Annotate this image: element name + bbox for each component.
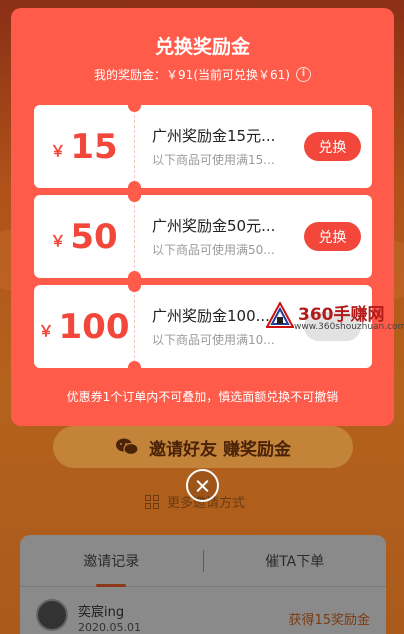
wechat-icon	[116, 438, 139, 456]
coupon-divider	[134, 105, 135, 188]
coupon-value: 50	[70, 216, 118, 257]
info-icon[interactable]: i	[295, 67, 311, 82]
coupon-amount: ￥ 50	[34, 195, 134, 278]
coupon-notch	[128, 181, 141, 188]
watermark: 360手赚网 www.360shouzhuan.com	[266, 300, 404, 340]
coupon-amount: ￥ 15	[34, 105, 134, 188]
coupon-title: 广州奖励金50元...	[152, 217, 276, 235]
coupon-notch	[128, 271, 141, 278]
coupon-card: ￥ 15 广州奖励金15元... 以下商品可使用满15... 兑换	[34, 105, 372, 188]
coupon-desc: 以下商品可使用满15...	[152, 153, 275, 167]
modal-title: 兑换奖励金	[154, 36, 250, 58]
grid-icon	[145, 494, 159, 509]
currency-symbol: ￥	[50, 142, 66, 160]
invite-button-label: 邀请好友 赚奖励金	[149, 439, 291, 460]
coupon-divider	[134, 285, 135, 368]
coupon-desc: 以下商品可使用满50...	[152, 243, 275, 257]
close-icon[interactable]	[186, 469, 219, 502]
coupon-value: 100	[58, 306, 130, 347]
redeem-button[interactable]: 兑换	[304, 132, 361, 161]
record-row: 奕宸ing 2020.05.01 获得15奖励金	[20, 587, 386, 634]
coupon-title: 广州奖励金15元...	[152, 127, 276, 145]
invite-friends-button[interactable]: 邀请好友 赚奖励金	[53, 426, 353, 468]
coupon-divider	[134, 195, 135, 278]
redeem-note: 优惠券1个订单内不可叠加，慎选面额兑换不可撤销	[66, 390, 339, 404]
avatar	[36, 599, 68, 631]
currency-symbol: ￥	[50, 232, 66, 250]
balance-line: 我的奖励金：￥91(当前可兑换￥61) i	[11, 66, 394, 83]
coupon-amount: ￥ 100	[34, 285, 134, 368]
watermark-logo-icon	[266, 302, 294, 328]
record-name: 奕宸ing	[78, 605, 125, 620]
tab-urge-order[interactable]: 催TA下单	[204, 551, 387, 571]
coupon-notch	[128, 361, 141, 368]
tab-invite-records[interactable]: 邀请记录	[20, 551, 203, 571]
redeem-button[interactable]: 兑换	[304, 222, 361, 251]
invite-records-card: 邀请记录 催TA下单 奕宸ing 2020.05.01 获得15奖励金	[20, 535, 386, 634]
record-reward: 获得15奖励金	[288, 613, 370, 628]
records-tabs: 邀请记录 催TA下单	[20, 535, 386, 587]
balance-text: 我的奖励金：￥91(当前可兑换￥61)	[94, 68, 290, 82]
coupon-card: ￥ 50 广州奖励金50元... 以下商品可使用满50... 兑换	[34, 195, 372, 278]
record-date: 2020.05.01	[78, 621, 141, 634]
watermark-url: www.360shouzhuan.com	[294, 322, 404, 332]
coupon-value: 15	[70, 126, 118, 167]
redeem-modal: 兑换奖励金 我的奖励金：￥91(当前可兑换￥61) i ￥ 15 广州奖励金15…	[11, 8, 394, 426]
currency-symbol: ￥	[38, 322, 54, 340]
